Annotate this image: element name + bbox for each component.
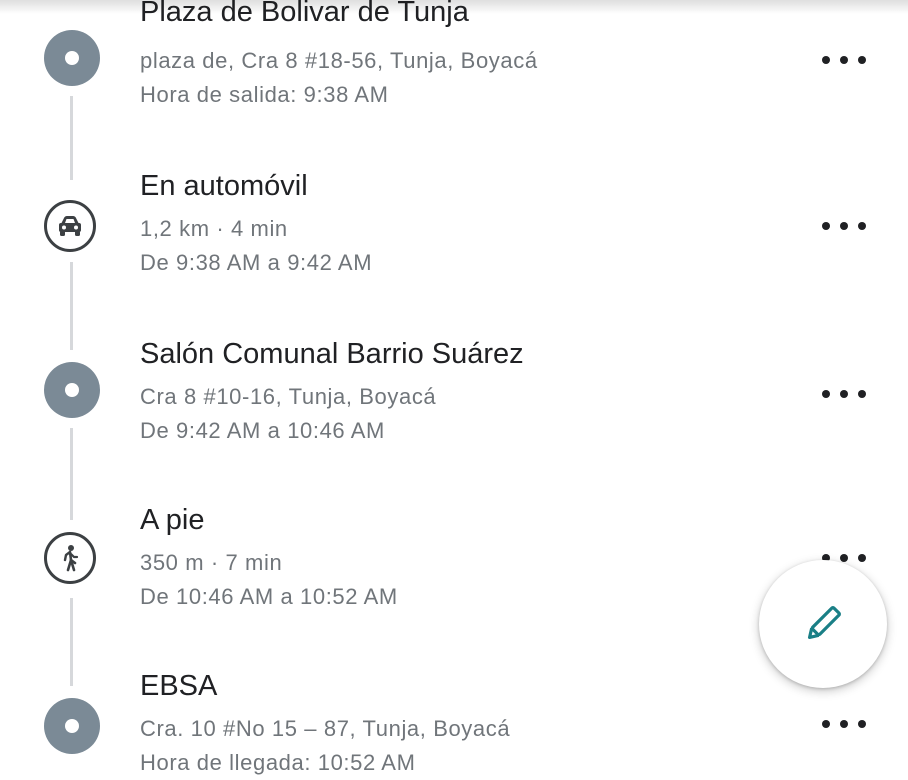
more-options-button[interactable] xyxy=(822,384,866,404)
travel-mode-title: En automóvil xyxy=(140,170,308,202)
stop-time: Hora de salida: 9:38 AM xyxy=(140,82,389,107)
walk-icon xyxy=(44,532,96,584)
timeline-connector xyxy=(70,598,73,686)
timeline-connector xyxy=(70,428,73,520)
more-options-button[interactable] xyxy=(822,216,866,236)
more-horiz-icon xyxy=(822,56,830,64)
travel-distance-duration: 350 m · 7 min xyxy=(140,550,283,575)
travel-entry-walk[interactable]: A pie 350 m · 7 min De 10:46 AM a 10:52 … xyxy=(140,502,780,614)
car-icon xyxy=(44,200,96,252)
stop-entry-origin[interactable]: Plaza de Bolivar de Tunja plaza de, Cra … xyxy=(140,0,780,112)
more-horiz-icon xyxy=(822,390,830,398)
stop-marker-icon xyxy=(44,362,100,418)
stop-entry-intermediate[interactable]: Salón Comunal Barrio Suárez Cra 8 #10-16… xyxy=(140,336,780,448)
travel-time-range: De 9:38 AM a 9:42 AM xyxy=(140,250,373,275)
pencil-icon xyxy=(807,606,841,640)
travel-time-range: De 10:46 AM a 10:52 AM xyxy=(140,584,398,609)
more-horiz-icon xyxy=(822,720,830,728)
travel-distance-duration: 1,2 km · 4 min xyxy=(140,216,288,241)
stop-address: plaza de, Cra 8 #18-56, Tunja, Boyacá xyxy=(140,48,538,73)
more-options-button[interactable] xyxy=(822,50,866,70)
stop-address: Cra. 10 #No 15 – 87, Tunja, Boyacá xyxy=(140,716,511,741)
stop-time: De 9:42 AM a 10:46 AM xyxy=(140,418,385,443)
stop-title: Salón Comunal Barrio Suárez xyxy=(140,338,524,370)
timeline-connector xyxy=(70,96,73,180)
travel-entry-drive[interactable]: En automóvil 1,2 km · 4 min De 9:38 AM a… xyxy=(140,168,780,280)
stop-title: EBSA xyxy=(140,670,218,702)
timeline-connector xyxy=(70,262,73,350)
stop-entry-destination[interactable]: EBSA Cra. 10 #No 15 – 87, Tunja, Boyacá … xyxy=(140,668,780,780)
edit-fab-button[interactable] xyxy=(759,560,887,688)
stop-marker-icon xyxy=(44,30,100,86)
top-shadow xyxy=(0,0,908,14)
more-options-button[interactable] xyxy=(822,714,866,734)
stop-time: Hora de llegada: 10:52 AM xyxy=(140,750,416,775)
stop-address: Cra 8 #10-16, Tunja, Boyacá xyxy=(140,384,437,409)
stop-marker-icon xyxy=(44,698,100,754)
more-horiz-icon xyxy=(822,222,830,230)
travel-mode-title: A pie xyxy=(140,504,205,536)
